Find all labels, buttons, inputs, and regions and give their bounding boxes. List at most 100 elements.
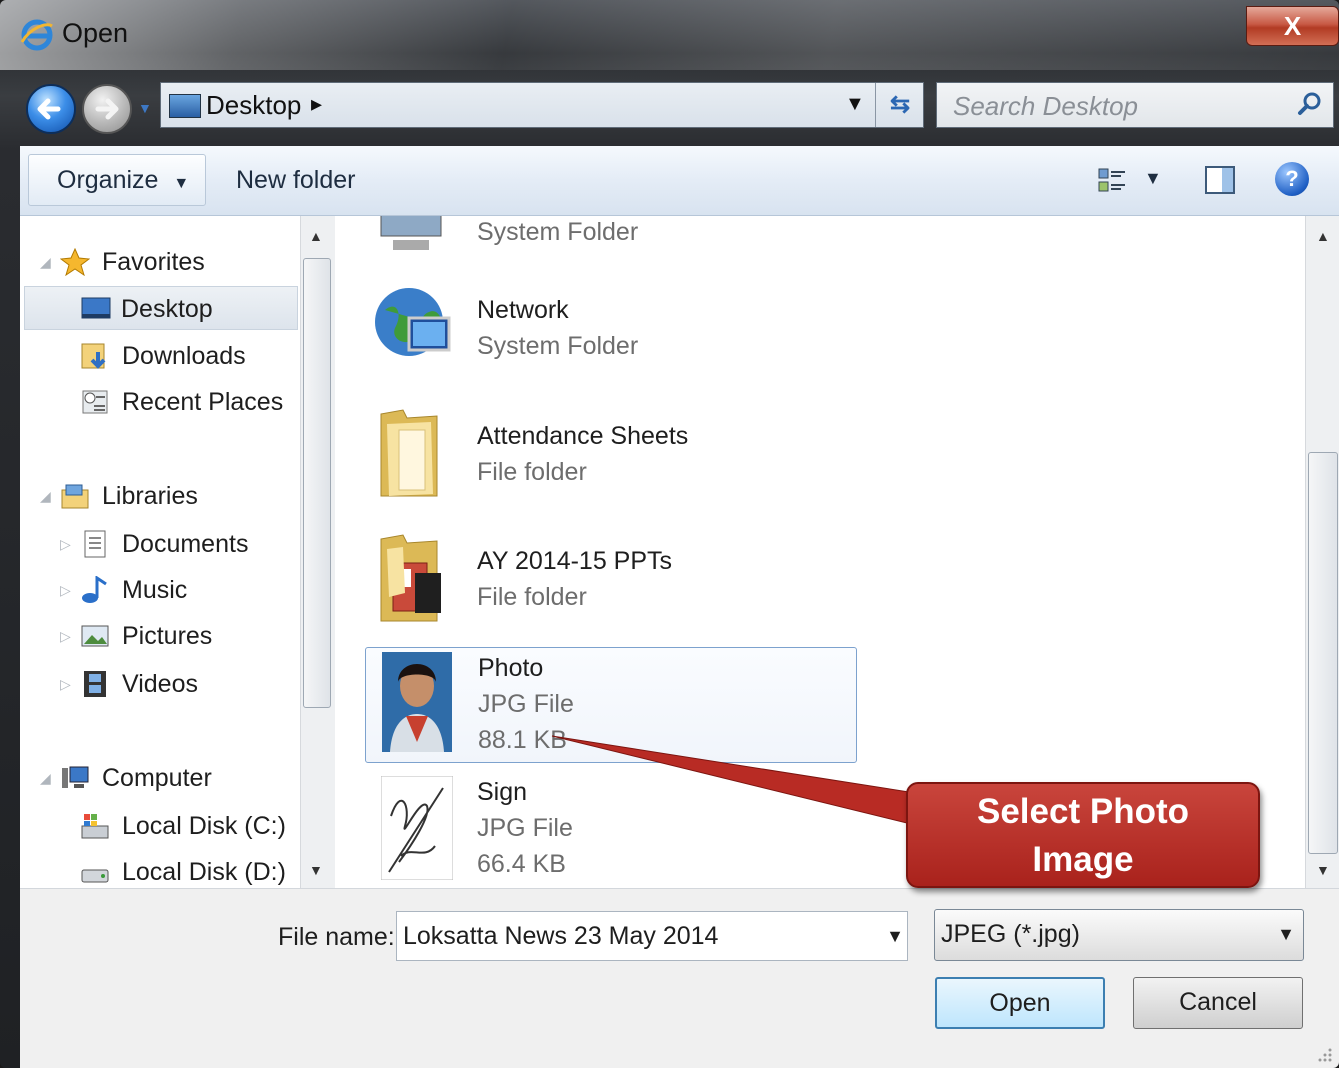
file-name: AY 2014-15 PPTs: [477, 547, 673, 575]
organize-label: Organize: [57, 166, 159, 194]
collapsed-arrow-icon[interactable]: ▷: [60, 662, 71, 706]
desktop-icon: [169, 94, 201, 118]
open-dialog: Open X ▼ Desktop ▸ ▼ ⇆ Search Desktop Or…: [0, 0, 1339, 1068]
sidebar-item-desktop[interactable]: Desktop: [24, 286, 298, 330]
file-type-select[interactable]: JPEG (*.jpg) ▼: [934, 909, 1304, 961]
downloads-folder-icon: [81, 343, 106, 369]
expand-icon[interactable]: ◢: [40, 474, 51, 518]
sidebar-item-videos[interactable]: ▷ Videos: [20, 662, 300, 706]
documents-icon: [84, 530, 106, 558]
film-strip-icon: [84, 671, 106, 697]
expand-icon[interactable]: ◢: [40, 756, 51, 800]
sidebar-item-music[interactable]: ▷ Music: [20, 568, 300, 612]
libraries-icon: [61, 484, 89, 509]
file-list-scrollbar[interactable]: ▲ ▼: [1305, 216, 1339, 888]
list-item[interactable]: Sign JPG File 66.4 KB: [365, 772, 857, 888]
navigation-pane-scrollbar[interactable]: ▲ ▼: [300, 216, 335, 888]
desktop-icon: [81, 297, 111, 319]
search-placeholder: Search Desktop: [953, 91, 1138, 121]
organize-button[interactable]: Organize ▼: [28, 154, 206, 206]
sidebar-item-favorites[interactable]: ◢ Favorites: [20, 240, 300, 284]
arrow-left-icon: [37, 98, 61, 120]
scroll-down-arrow-icon[interactable]: ▼: [309, 862, 323, 878]
list-item[interactable]: AY 2014-15 PPTs File folder: [365, 521, 857, 637]
forward-button[interactable]: [82, 84, 132, 134]
address-bar[interactable]: Desktop ▸ ▼ ⇆: [160, 82, 924, 128]
internet-explorer-icon: [20, 19, 53, 51]
sidebar-item-libraries[interactable]: ◢ Libraries: [20, 474, 300, 518]
folder-icon: [380, 409, 438, 497]
view-options-dropdown[interactable]: ▼: [1144, 168, 1162, 189]
scrollbar-thumb[interactable]: [303, 258, 331, 708]
arrow-right-icon: [95, 98, 119, 120]
music-note-icon: [82, 576, 107, 603]
list-item[interactable]: Network System Folder: [365, 270, 857, 386]
sidebar-label-pictures: Pictures: [122, 622, 213, 650]
pictures-icon: [81, 625, 109, 647]
recent-pages-dropdown[interactable]: ▼: [138, 100, 152, 116]
sidebar-item-local-disk-c[interactable]: Local Disk (C:): [20, 804, 300, 848]
navigation-bar: ▼ Desktop ▸ ▼ ⇆ Search Desktop: [0, 72, 1339, 140]
file-name: Network: [477, 296, 569, 324]
annotation-callout: Select Photo Image: [906, 782, 1260, 888]
photo-thumbnail: [382, 652, 452, 752]
expand-icon[interactable]: ◢: [40, 240, 51, 284]
open-button[interactable]: Open: [935, 977, 1105, 1029]
sidebar-item-pictures[interactable]: ▷ Pictures: [20, 614, 300, 658]
help-icon[interactable]: ?: [1275, 162, 1309, 196]
search-input[interactable]: Search Desktop: [936, 82, 1334, 128]
scroll-up-arrow-icon[interactable]: ▲: [309, 228, 323, 244]
file-name-dropdown-icon[interactable]: ▼: [882, 911, 908, 961]
file-type: System Folder: [477, 332, 639, 360]
file-type: JPG File: [477, 814, 573, 842]
sidebar-label-local-disk-c: Local Disk (C:): [122, 812, 286, 840]
resize-grip-icon[interactable]: [1317, 1047, 1333, 1063]
scroll-down-arrow-icon[interactable]: ▼: [1316, 862, 1330, 878]
search-icon[interactable]: [1297, 91, 1323, 117]
file-size: 66.4 KB: [477, 850, 566, 878]
scrollbar-thumb[interactable]: [1308, 452, 1338, 854]
new-folder-button[interactable]: New folder: [236, 166, 356, 195]
collapsed-arrow-icon[interactable]: ▷: [60, 614, 71, 658]
dialog-footer: File name: Loksatta News 23 May 2014 ▼ J…: [20, 888, 1339, 1068]
sidebar-label-documents: Documents: [122, 530, 249, 558]
chevron-down-icon[interactable]: ▼: [1277, 910, 1295, 958]
change-view-icon[interactable]: [1097, 166, 1127, 196]
breadcrumb-arrow-icon[interactable]: ▸: [311, 91, 322, 117]
title-bar: Open X: [0, 0, 1339, 70]
sidebar-item-downloads[interactable]: Downloads: [20, 334, 300, 378]
address-dropdown-icon[interactable]: ▼: [845, 93, 865, 116]
address-location[interactable]: Desktop: [206, 90, 301, 121]
sidebar-item-local-disk-d[interactable]: Local Disk (D:): [20, 850, 300, 888]
file-name-field[interactable]: Loksatta News 23 May 2014: [396, 911, 908, 961]
cancel-button[interactable]: Cancel: [1133, 977, 1303, 1029]
title-bar-glass: [0, 0, 1339, 70]
sidebar-item-recent-places[interactable]: Recent Places: [20, 380, 300, 424]
command-bar: Organize ▼ New folder ▼ ?: [20, 146, 1339, 216]
list-item-selected[interactable]: Photo JPG File 88.1 KB: [365, 647, 857, 763]
callout-line-2: Image: [1032, 840, 1134, 879]
network-globe-icon: [375, 288, 451, 356]
sidebar-label-desktop: Desktop: [121, 295, 213, 323]
file-name: Photo: [478, 654, 544, 682]
chevron-down-icon: ▼: [173, 175, 190, 192]
list-item[interactable]: Attendance Sheets File folder: [365, 396, 857, 512]
sidebar-label-computer: Computer: [102, 764, 212, 792]
folder-icon: [380, 534, 441, 622]
collapsed-arrow-icon[interactable]: ▷: [60, 568, 71, 612]
sidebar-item-documents[interactable]: ▷ Documents: [20, 522, 300, 566]
sidebar-item-computer[interactable]: ◢ Computer: [20, 756, 300, 800]
refresh-button[interactable]: ⇆: [875, 83, 924, 127]
recent-places-icon: [82, 390, 108, 414]
sidebar-label-local-disk-d: Local Disk (D:): [122, 858, 286, 886]
hard-drive-icon: [81, 869, 109, 883]
close-button[interactable]: X: [1246, 6, 1339, 46]
file-name: Sign: [477, 778, 528, 806]
preview-pane-icon[interactable]: [1204, 164, 1236, 196]
collapsed-arrow-icon[interactable]: ▷: [60, 522, 71, 566]
sidebar-label-recent-places: Recent Places: [122, 388, 284, 416]
sidebar-label-music: Music: [122, 576, 188, 604]
back-button[interactable]: [26, 84, 76, 134]
scroll-up-arrow-icon[interactable]: ▲: [1316, 228, 1330, 244]
file-type-value: JPEG (*.jpg): [941, 920, 1080, 948]
